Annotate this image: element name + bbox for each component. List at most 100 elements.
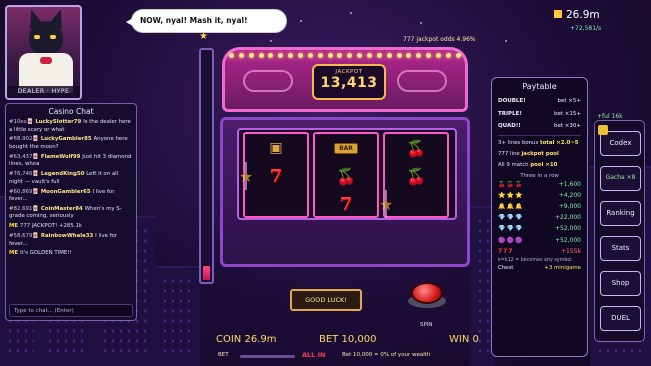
chat-text: It's GOLDEN TIME!! xyxy=(19,250,72,257)
chat-rank: #10ᴋɢ🀄 xyxy=(9,119,36,125)
paytable-combo-row: 🔔🔔🔔 +9,000 xyxy=(498,202,581,210)
paytable-chest-row: Chest +3 minigame xyxy=(492,265,587,271)
marquee-bulb xyxy=(426,53,432,58)
seven-symbol: 7 xyxy=(339,193,353,215)
jackpot-display: JACKPOT 13,413 xyxy=(312,64,386,100)
jackpot-odds: 777 jackpot odds 4.96% xyxy=(403,36,476,43)
chat-message: #76,746🀄 LegendKing50 Left it on all nig… xyxy=(6,171,136,186)
marquee-bulb xyxy=(376,53,382,58)
marquee-bulb xyxy=(337,53,343,58)
menu-gacha-button[interactable]: Gacha ×8 xyxy=(600,166,641,191)
menu-ranking-button[interactable]: Ranking xyxy=(600,201,641,226)
chat-user[interactable]: ME xyxy=(9,223,20,229)
chat-user[interactable]: LuckyGambler85 xyxy=(41,136,94,142)
chat-user[interactable]: RainbowWhale33 xyxy=(41,233,95,239)
chat-message: #63,437🀄 FlameWolf99 Just hit 3 diamond … xyxy=(6,154,136,169)
marquee-bulb xyxy=(406,53,412,58)
marquee-bulb xyxy=(278,53,284,58)
notification-badge xyxy=(598,125,608,135)
chat-user[interactable]: MoonGambler65 xyxy=(41,189,93,195)
marquee-bulb xyxy=(288,53,294,58)
paytable-combo-row: 💎💎💎 +22,000 xyxy=(498,214,581,222)
paytable-multiplier-row: QUAD!! bet ×30+ xyxy=(492,120,587,133)
bar-symbol: BAR xyxy=(315,134,377,162)
paytable-panel: Paytable DOUBLE! bet ×5+ TRIPLE! bet ×15+ QU… xyxy=(491,77,588,357)
xp-indicator: +ful 16k xyxy=(597,113,623,120)
bet-slider[interactable] xyxy=(240,355,295,358)
marquee-bulb xyxy=(445,53,451,58)
multiplier-name: TRIPLE! xyxy=(498,110,522,117)
jackpot-marquee: JACKPOT 13,413 xyxy=(222,47,468,112)
marquee-bulb xyxy=(396,53,402,58)
chat-rank: #58,679🀄 xyxy=(9,233,41,240)
balance-value: 26.9m xyxy=(566,9,600,21)
reel-window: ▣ ★ 7 BAR 🍒 7 🍒 🍒 ★ xyxy=(237,128,457,220)
chat-message: #82,691🀄 CoinMaster84 When's my S-grade … xyxy=(6,206,136,221)
multiplier-name: QUAD!! xyxy=(498,123,521,129)
dealer-caption: DEALER · HYPE xyxy=(7,86,80,98)
marquee-bulb xyxy=(229,53,234,58)
menu-stats-button[interactable]: Stats xyxy=(600,236,641,261)
bet-display: BET 10,000 xyxy=(319,334,377,345)
marquee-bulb xyxy=(357,53,363,58)
chat-user[interactable]: ME xyxy=(9,250,20,256)
chat-title: Casino Chat xyxy=(48,107,94,116)
dealer-portrait: DEALER · HYPE xyxy=(5,5,82,100)
chat-rank: #68,902🀄 xyxy=(9,136,41,143)
paytable-combo-row: 🍒🍒🍒 +1,600 xyxy=(498,180,581,188)
marquee-bulb xyxy=(268,53,274,58)
reel-1: ▣ ★ 7 xyxy=(239,132,309,218)
chat-message: ME 777 JACKPOT! +285.1k xyxy=(6,223,136,231)
machine-cabinet: ▣ ★ 7 BAR 🍒 7 🍒 🍒 ★ xyxy=(220,117,470,267)
fever-meter xyxy=(199,48,214,284)
fever-meter-fill xyxy=(203,266,210,280)
chat-rank: #82,691🀄 xyxy=(9,205,41,212)
paytable-combo-row: 🟣🟣🟣 +52,000 xyxy=(498,236,581,244)
marquee-bulb xyxy=(327,53,333,58)
cherry-symbol: 🍒 xyxy=(336,166,356,186)
chat-rank: #76,746🀄 xyxy=(9,171,41,178)
chest-symbol: ▣ xyxy=(269,140,283,156)
paytable-line-bonus: All 9 match pool ×10 xyxy=(498,161,558,168)
star-symbol: ★ xyxy=(239,162,253,190)
coin-icon xyxy=(554,10,562,18)
marquee-bulb xyxy=(317,53,323,58)
chat-user[interactable]: LegendKing50 xyxy=(41,171,86,177)
paytable-combo-row: 💎💎💎 +52,000 xyxy=(498,225,581,233)
seven-symbol: 7 xyxy=(269,165,283,187)
marquee-bulb xyxy=(347,53,353,58)
paytable-multiplier-row: DOUBLE! bet ×5+ xyxy=(492,95,587,108)
chat-user[interactable]: LuckySlotter79 xyxy=(35,119,83,125)
paytable-footnote: k=k12 = becomes any symbol xyxy=(498,257,572,263)
multiplier-name: DOUBLE! xyxy=(498,98,526,104)
chat-rank: #63,437🀄 xyxy=(9,153,41,160)
chat-user[interactable]: FlameWolf99 xyxy=(41,154,82,160)
paytable-line-bonus: 3+ lines bonus total ×2.0~5 xyxy=(498,139,579,146)
chat-text: 777 JACKPOT! +285.1k xyxy=(19,223,83,230)
cherry-symbol: 🍒 xyxy=(406,166,426,186)
menu-shop-button[interactable]: Shop xyxy=(600,271,641,296)
multiplier-value: bet ×30+ xyxy=(554,123,581,129)
all-in-button[interactable]: ALL IN xyxy=(302,351,325,359)
reel-3: 🍒 🍒 ★ xyxy=(379,132,449,218)
paytable-combo-row: 777 +155k xyxy=(498,247,581,255)
chat-message: #68,902🀄 LuckyGambler85 Anyone here boug… xyxy=(6,136,136,151)
multiplier-value: bet ×5+ xyxy=(557,98,582,104)
marquee-bulb xyxy=(258,53,264,58)
chat-message: ME It's GOLDEN TIME!! xyxy=(6,250,136,258)
menu-duel-button[interactable]: DUEL xyxy=(600,306,641,331)
casino-chat-panel: Casino Chat #10ᴋɢ🀄 LuckySlotter79 Is the… xyxy=(5,103,137,321)
cherry-symbol: 🍒 xyxy=(406,138,426,158)
chat-message: #60,869🀄 MoonGambler65 I live for fever.… xyxy=(6,189,136,204)
side-menu: Codex Gacha ×8 Ranking Stats Shop DUEL xyxy=(594,120,645,342)
paytable-combo-row: ⭐⭐⭐ +4,200 xyxy=(498,191,581,199)
chat-message: #10ᴋɢ🀄 LuckySlotter79 Is the dealer here… xyxy=(6,119,136,134)
marquee-bulb xyxy=(248,53,254,58)
status-display: GOOD LUCK! xyxy=(290,289,362,311)
star-icon: ★ xyxy=(199,31,208,42)
marquee-bulb xyxy=(436,53,442,58)
chat-user[interactable]: CoinMaster84 xyxy=(41,206,85,212)
spin-button[interactable] xyxy=(408,282,446,314)
paytable-title: Paytable xyxy=(522,82,557,91)
chat-input[interactable]: Type to chat... (Enter) xyxy=(9,304,133,317)
